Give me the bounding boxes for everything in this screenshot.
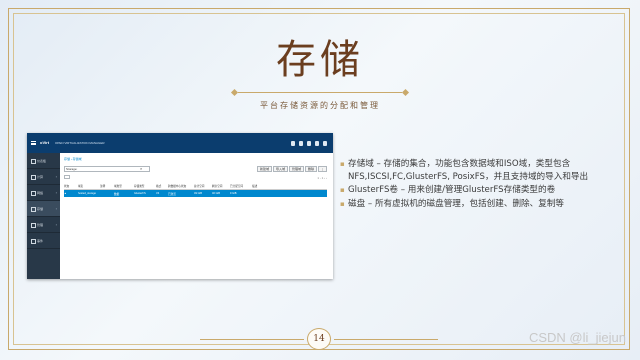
column-header[interactable]: 跨数据中心状态: [168, 184, 186, 188]
table-cell: 40 GiB: [212, 192, 220, 195]
breadcrumb[interactable]: 存储 › 存储域: [64, 157, 82, 161]
bell-icon[interactable]: [299, 140, 303, 146]
bullet-text: GlusterFS卷 – 用来创建/管理GlusterFS存储类型的卷: [348, 185, 556, 195]
bullet-item: ▪ 磁盘 – 所有虚拟机的磁盘管理，包括创建、删除、复制等: [340, 198, 610, 211]
gear-icon[interactable]: [323, 140, 327, 146]
sidebar-item[interactable]: 存储 ›: [27, 201, 60, 217]
sidebar-item-label: 计算: [37, 175, 44, 179]
storage-icon: [31, 207, 36, 212]
toolbar-button[interactable]: 删除: [304, 166, 317, 172]
toolbar-button[interactable]: 导入域: [272, 166, 288, 172]
app-brand-subtitle: OPEN VIRTUALIZATION MANAGER: [55, 141, 105, 145]
flag-icon[interactable]: [291, 140, 295, 146]
search-input[interactable]: Storage:: [64, 166, 150, 172]
table-cell: ▲: [64, 192, 67, 195]
app-main: 存储 › 存储域 Storage: ⌕ 新建域 导入域 管理域 删除 ⋮ 1 - 1 ‹…: [60, 153, 333, 279]
dashboard-icon: [31, 159, 36, 164]
table-header: 状态 域名 注释 域类型 存储类型 格式 跨数据中心状态 总计空间 剩余空间 已分配空间 描述: [64, 182, 327, 190]
bullet-marker-icon: ▪: [340, 160, 345, 168]
column-header[interactable]: 注释: [100, 184, 105, 188]
search-icon[interactable]: ⌕: [140, 166, 142, 171]
help-icon[interactable]: [307, 140, 311, 146]
sidebar-item-label: 事件: [37, 239, 44, 243]
table-cell: 49 GiB: [194, 192, 202, 195]
app-brand: oVirt: [40, 140, 50, 145]
embedded-app-screenshot: oVirt OPEN VIRTUALIZATION MANAGER 仪表板计算 ›…: [27, 133, 333, 279]
chevron-right-icon: ›: [55, 174, 57, 179]
title-divider: [238, 92, 402, 93]
column-header[interactable]: 格式: [156, 184, 161, 188]
sidebar-item[interactable]: 仪表板: [27, 153, 60, 169]
sidebar-item-label: 管理: [37, 223, 44, 227]
column-header[interactable]: 状态: [64, 184, 69, 188]
table-cell: 已激活: [168, 193, 176, 196]
table-body: ▲ hosted_storage 数据 GlusterFS V4 已激活 49 GiB 40 …: [64, 190, 327, 197]
column-header[interactable]: 描述: [252, 184, 257, 188]
menu-icon[interactable]: [31, 141, 36, 145]
table-cell: V4: [156, 192, 160, 195]
bullet-marker-icon: ▪: [340, 199, 345, 208]
chevron-right-icon: ›: [55, 190, 57, 195]
column-header[interactable]: 总计空间: [194, 184, 204, 188]
pagination[interactable]: 1 - 1 ‹ ›: [317, 176, 327, 180]
sidebar-item[interactable]: 计算 ›: [27, 169, 60, 185]
sidebar-item[interactable]: 事件: [27, 233, 60, 249]
column-header[interactable]: 域名: [78, 184, 83, 188]
table-cell: 9 GiB: [230, 192, 237, 195]
sidebar-item[interactable]: 管理 ›: [27, 217, 60, 233]
app-header: oVirt OPEN VIRTUALIZATION MANAGER: [27, 133, 333, 153]
events-icon: [31, 239, 36, 244]
compute-icon: [31, 175, 36, 180]
bullet-text: 存储域 – 存储的集合，功能包含数据域和ISO域，类型包含NFS,ISCSI,F…: [348, 159, 589, 182]
admin-icon: [31, 223, 36, 228]
bullet-item: ▪ 存储域 – 存储的集合，功能包含数据域和ISO域，类型包含NFS,ISCSI,…: [340, 158, 610, 183]
column-header[interactable]: 域类型: [114, 184, 122, 188]
bullet-item: ▪ GlusterFS卷 – 用来创建/管理GlusterFS存储类型的卷: [340, 184, 610, 197]
page-rule-right: [334, 339, 438, 340]
bullet-marker-icon: ▪: [340, 186, 345, 194]
chevron-right-icon: ›: [55, 206, 57, 211]
sidebar-item-label: 仪表板: [37, 159, 47, 163]
column-header[interactable]: 剩余空间: [212, 184, 222, 188]
toolbar-buttons: 新建域 导入域 管理域 删除 ⋮: [256, 166, 327, 172]
table-cell: GlusterFS: [134, 192, 146, 195]
user-icon[interactable]: [315, 140, 319, 146]
storage-domain-table: 状态 域名 注释 域类型 存储类型 格式 跨数据中心状态 总计空间 剩余空间 已分配空间 描述 ▲ h…: [64, 182, 327, 197]
bullet-text: 磁盘 – 所有虚拟机的磁盘管理，包括创建、删除、复制等: [348, 198, 565, 209]
watermark: CSDN @li_jiejun: [528, 330, 626, 345]
header-icons: [291, 139, 327, 147]
app-sidebar: 仪表板计算 › 网络 › 存储 › 管理 › 事件: [27, 153, 60, 279]
slide-title: 存储: [276, 37, 364, 83]
network-icon: [31, 191, 36, 196]
table-row[interactable]: ▲ hosted_storage 数据 GlusterFS V4 已激活 49 GiB 40 …: [64, 190, 327, 197]
chevron-right-icon: ›: [55, 222, 57, 227]
bullet-list: ▪ 存储域 – 存储的集合，功能包含数据域和ISO域，类型包含NFS,ISCSI,…: [340, 158, 610, 211]
sidebar-item[interactable]: 网络 ›: [27, 185, 60, 201]
page-number: 14: [307, 328, 331, 350]
toolbar-button[interactable]: 管理域: [288, 166, 304, 172]
toolbar-button[interactable]: 新建域: [256, 166, 272, 172]
table-cell: hosted_storage: [78, 192, 96, 195]
column-header[interactable]: 已分配空间: [230, 184, 243, 188]
filter-toggle[interactable]: [64, 175, 70, 179]
sidebar-item-label: 存储: [37, 207, 44, 211]
page-rule-left: [200, 339, 304, 340]
column-header[interactable]: 存储类型: [134, 184, 144, 188]
slide-subtitle: 平台存储资源的分配和管理: [260, 101, 380, 110]
sidebar-item-label: 网络: [37, 191, 44, 195]
toolbar-button[interactable]: ⋮: [318, 166, 327, 172]
table-cell: 数据: [114, 193, 120, 196]
